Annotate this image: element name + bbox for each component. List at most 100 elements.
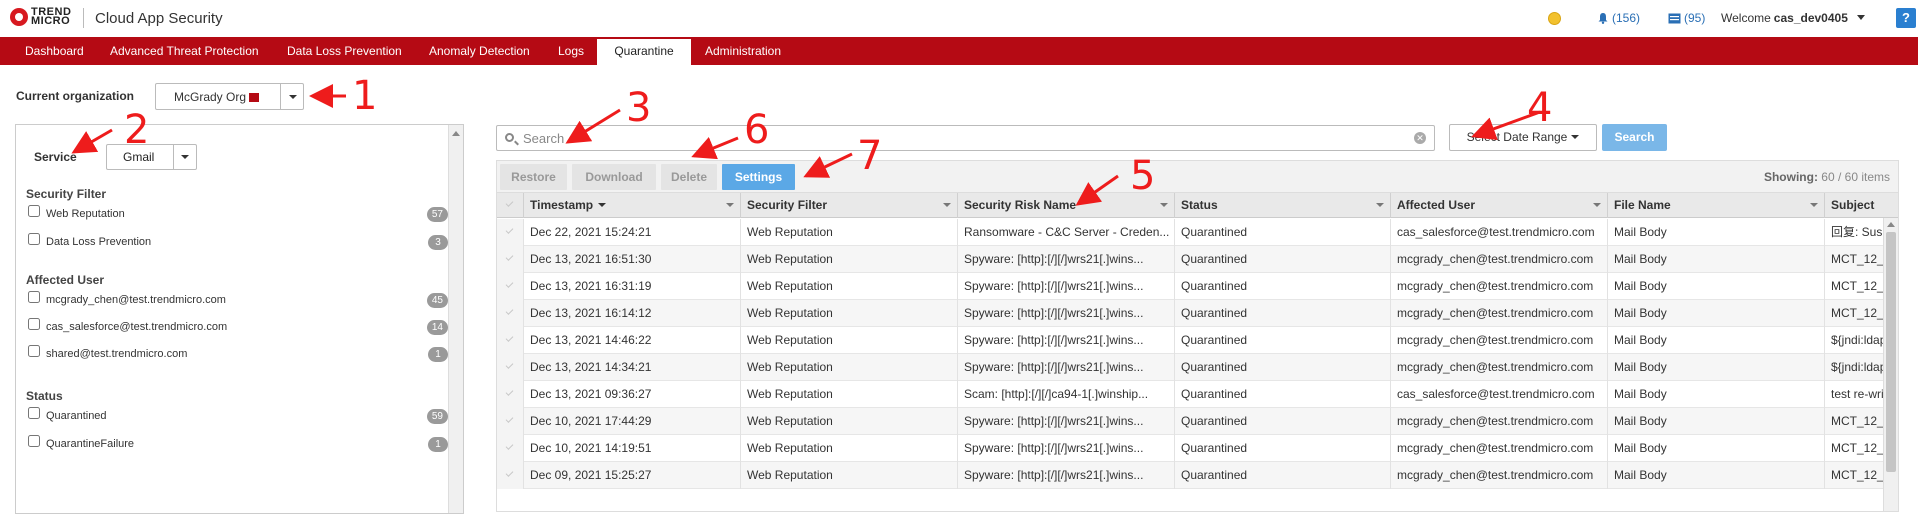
column-timestamp[interactable]: Timestamp [524, 193, 741, 218]
cell-affected-user: mcgrady_chen@test.trendmicro.com [1391, 300, 1608, 327]
download-button[interactable]: Download [572, 164, 656, 190]
quarantined-checkbox[interactable] [28, 407, 40, 419]
cell-file-name: Mail Body [1608, 381, 1825, 408]
organization-dropdown[interactable]: McGrady Org [155, 83, 304, 110]
column-status[interactable]: Status [1175, 193, 1391, 218]
filter-option-label: shared@test.trendmicro.com [46, 348, 188, 360]
cell-security-filter: Web Reputation [741, 327, 958, 354]
table-row[interactable]: Dec 10, 2021 17:44:29 Web Reputation Spywa… [497, 408, 1885, 435]
table-row[interactable]: Dec 13, 2021 14:34:21 Web Reputation Spywa… [497, 354, 1885, 381]
scroll-up-icon[interactable] [1887, 222, 1895, 227]
row-checkbox[interactable] [497, 462, 524, 489]
column-menu-icon[interactable] [1810, 203, 1818, 207]
cell-status: Quarantined [1175, 354, 1391, 381]
clear-icon[interactable]: ✕ [1414, 132, 1426, 144]
cell-subject: MCT_12_10 [1831, 441, 1885, 455]
cell-security-filter: Web Reputation [741, 462, 958, 489]
dropdown-separator [280, 84, 281, 109]
user-checkbox[interactable] [28, 318, 40, 330]
filter-option-user[interactable]: shared@test.trendmicro.com 1 [28, 345, 448, 365]
action-toolbar: Restore Download Delete Settings Showing… [496, 160, 1899, 192]
date-range-dropdown[interactable]: Select Date Range [1449, 124, 1597, 151]
notifications-link[interactable]: (156) [1597, 11, 1640, 25]
column-affected-user[interactable]: Affected User [1391, 193, 1608, 218]
scroll-up-icon[interactable] [452, 131, 460, 136]
table-row[interactable]: Dec 13, 2021 14:46:22 Web Reputation Spywa… [497, 327, 1885, 354]
nav-dashboard[interactable]: Dashboard [25, 37, 84, 65]
trend-micro-logo: TREND MICRO [10, 7, 75, 27]
row-checkbox[interactable] [497, 300, 524, 327]
messages-link[interactable]: (95) [1668, 11, 1705, 25]
nav-anomaly-detection[interactable]: Anomaly Detection [429, 37, 530, 65]
cell-subject: MCT_12_10 [1831, 414, 1885, 428]
filter-option-user[interactable]: cas_salesforce@test.trendmicro.com 14 [28, 318, 448, 338]
user-checkbox[interactable] [28, 291, 40, 303]
web-reputation-checkbox[interactable] [28, 205, 40, 217]
row-checkbox[interactable] [497, 354, 524, 381]
column-menu-icon[interactable] [1376, 203, 1384, 207]
filter-option-quarantined[interactable]: Quarantined 59 [28, 407, 448, 427]
table-row[interactable]: Dec 13, 2021 16:14:12 Web Reputation Spywa… [497, 300, 1885, 327]
chevron-down-icon [1571, 135, 1580, 139]
filter-option-user[interactable]: mcgrady_chen@test.trendmicro.com 45 [28, 291, 448, 311]
row-checkbox[interactable] [497, 381, 524, 408]
cell-security-risk-name: Spyware: [http]:[/][/]wrs21[.]wins... [958, 354, 1175, 381]
filter-option-quarantine-failure[interactable]: QuarantineFailure 1 [28, 435, 448, 455]
table-row[interactable]: Dec 09, 2021 15:25:27 Web Reputation Spywa… [497, 462, 1885, 489]
column-menu-icon[interactable] [726, 203, 734, 207]
service-dropdown[interactable]: Gmail [106, 144, 197, 170]
table-row[interactable]: Dec 13, 2021 09:36:27 Web Reputation Scam:… [497, 381, 1885, 408]
nav-logs[interactable]: Logs [558, 37, 584, 65]
cell-affected-user: mcgrady_chen@test.trendmicro.com [1391, 246, 1608, 273]
table-scrollbar[interactable] [1883, 218, 1898, 511]
check-icon [505, 307, 514, 315]
row-checkbox[interactable] [497, 408, 524, 435]
column-menu-icon[interactable] [943, 203, 951, 207]
select-all-checkbox[interactable] [497, 193, 524, 218]
filter-option-web-reputation[interactable]: Web Reputation 57 [28, 205, 448, 225]
help-button[interactable]: ? [1896, 8, 1916, 28]
table-row[interactable]: Dec 13, 2021 16:51:30 Web Reputation Spywa… [497, 246, 1885, 273]
column-security-filter[interactable]: Security Filter [741, 193, 958, 218]
nav-data-loss-prevention[interactable]: Data Loss Prevention [287, 37, 402, 65]
check-icon [505, 415, 514, 423]
delete-button[interactable]: Delete [661, 164, 717, 190]
table-row[interactable]: Dec 10, 2021 14:19:51 Web Reputation Spywa… [497, 435, 1885, 462]
column-file-name[interactable]: File Name [1608, 193, 1825, 218]
table-row[interactable]: Dec 22, 2021 15:24:21 Web Reputation Ranso… [497, 219, 1885, 246]
settings-button[interactable]: Settings [722, 164, 795, 190]
filter-panel-scrollbar[interactable] [448, 125, 463, 513]
column-subject[interactable]: Subject [1825, 193, 1898, 218]
nav-quarantine[interactable]: Quarantine [597, 39, 691, 65]
chevron-down-icon[interactable] [181, 155, 189, 159]
column-menu-icon[interactable] [1593, 203, 1601, 207]
column-menu-icon[interactable] [1160, 203, 1168, 207]
user-checkbox[interactable] [28, 345, 40, 357]
chevron-down-icon[interactable] [289, 95, 297, 99]
user-menu[interactable]: Welcome cas_dev0405 [1721, 11, 1866, 25]
search-input[interactable] [521, 129, 1401, 147]
filter-option-data-loss-prevention[interactable]: Data Loss Prevention 3 [28, 233, 448, 253]
cell-status: Quarantined [1175, 300, 1391, 327]
quarantine-failure-checkbox[interactable] [28, 435, 40, 447]
cell-file-name: Mail Body [1608, 327, 1825, 354]
search-button[interactable]: Search [1602, 124, 1667, 151]
row-checkbox[interactable] [497, 327, 524, 354]
status-indicator-icon[interactable] [1548, 12, 1561, 25]
data-loss-prevention-checkbox[interactable] [28, 233, 40, 245]
cell-timestamp: Dec 13, 2021 14:34:21 [524, 354, 741, 381]
nav-advanced-threat-protection[interactable]: Advanced Threat Protection [110, 37, 259, 65]
row-checkbox[interactable] [497, 273, 524, 300]
table-row[interactable]: Dec 13, 2021 16:31:19 Web Reputation Spywa… [497, 273, 1885, 300]
row-checkbox[interactable] [497, 246, 524, 273]
row-checkbox[interactable] [497, 219, 524, 246]
row-checkbox[interactable] [497, 435, 524, 462]
cell-security-filter: Web Reputation [741, 408, 958, 435]
check-icon [505, 388, 514, 396]
restore-button[interactable]: Restore [500, 164, 567, 190]
cell-security-risk-name: Spyware: [http]:[/][/]wrs21[.]wins... [958, 435, 1175, 462]
cell-status: Quarantined [1175, 273, 1391, 300]
nav-administration[interactable]: Administration [705, 37, 781, 65]
cell-status: Quarantined [1175, 219, 1391, 246]
scroll-thumb[interactable] [1886, 232, 1896, 472]
